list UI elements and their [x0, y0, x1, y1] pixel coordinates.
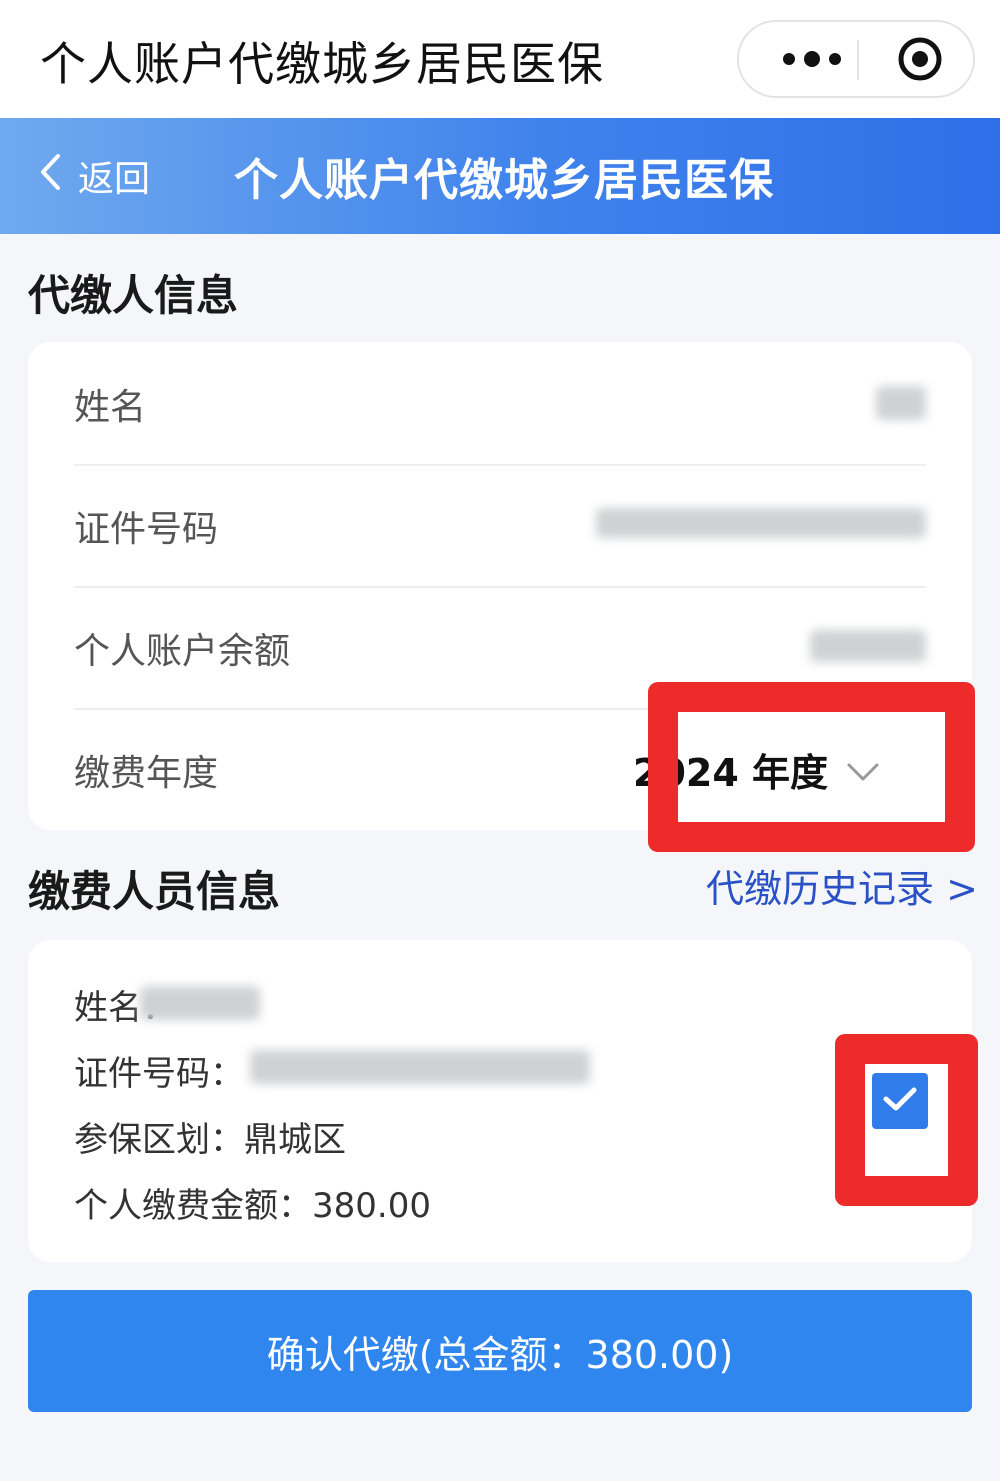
insured-amount-label: 个人缴费金额：: [74, 1186, 312, 1226]
page-title: 个人账户代缴城乡居民医保: [234, 155, 774, 206]
redacted-id-value: [596, 508, 926, 538]
insured-person-card: 姓名： 证件号码： 参保区划：鼎城区 个人缴费金额：380.00: [28, 940, 972, 1262]
back-label: 返回: [78, 159, 151, 200]
page-header: 返回 个人账户代缴城乡居民医保: [0, 118, 1000, 234]
select-person-checkbox[interactable]: [872, 1073, 928, 1129]
insured-id-label: 证件号码：: [74, 1054, 244, 1094]
payer-name-row: 姓名: [74, 342, 926, 466]
insured-amount-line: 个人缴费金额：380.00: [74, 1178, 431, 1227]
redacted-name-value: [876, 386, 926, 420]
redacted-insured-name: [140, 986, 260, 1020]
confirm-payment-button[interactable]: 确认代缴(总金额：380.00): [28, 1290, 972, 1412]
redacted-balance-value: [810, 630, 926, 662]
more-dots-icon[interactable]: [767, 22, 857, 96]
payer-balance-label: 个人账户余额: [74, 631, 291, 672]
insured-region-line: 参保区划：鼎城区: [74, 1112, 346, 1161]
payer-id-label: 证件号码: [74, 509, 219, 550]
payer-name-label: 姓名: [74, 387, 147, 428]
insured-region-value: 鼎城区: [244, 1120, 346, 1160]
redacted-insured-id: [250, 1050, 590, 1084]
payment-history-link[interactable]: 代缴历史记录 >: [706, 858, 978, 913]
insured-amount-value: 380.00: [312, 1186, 431, 1226]
target-circle-icon[interactable]: [889, 22, 951, 96]
insured-region-label: 参保区划：: [74, 1120, 244, 1160]
mini-program-title-bar: 个人账户代缴城乡居民医保: [0, 0, 1000, 118]
payer-section-title: 代缴人信息: [28, 271, 239, 320]
chevron-left-icon: [38, 152, 64, 201]
insured-section-title: 缴费人员信息: [28, 867, 281, 916]
back-button[interactable]: 返回: [38, 148, 150, 204]
payment-year-label: 缴费年度: [74, 753, 219, 794]
checkmark-icon: [882, 1085, 918, 1117]
payer-id-row: 证件号码: [74, 464, 926, 588]
highlight-box-year: [648, 682, 975, 852]
app-title: 个人账户代缴城乡居民医保: [40, 37, 604, 91]
insured-id-line: 证件号码：: [74, 1046, 244, 1095]
capsule-divider: [857, 40, 859, 80]
capsule-menu: [737, 20, 975, 98]
